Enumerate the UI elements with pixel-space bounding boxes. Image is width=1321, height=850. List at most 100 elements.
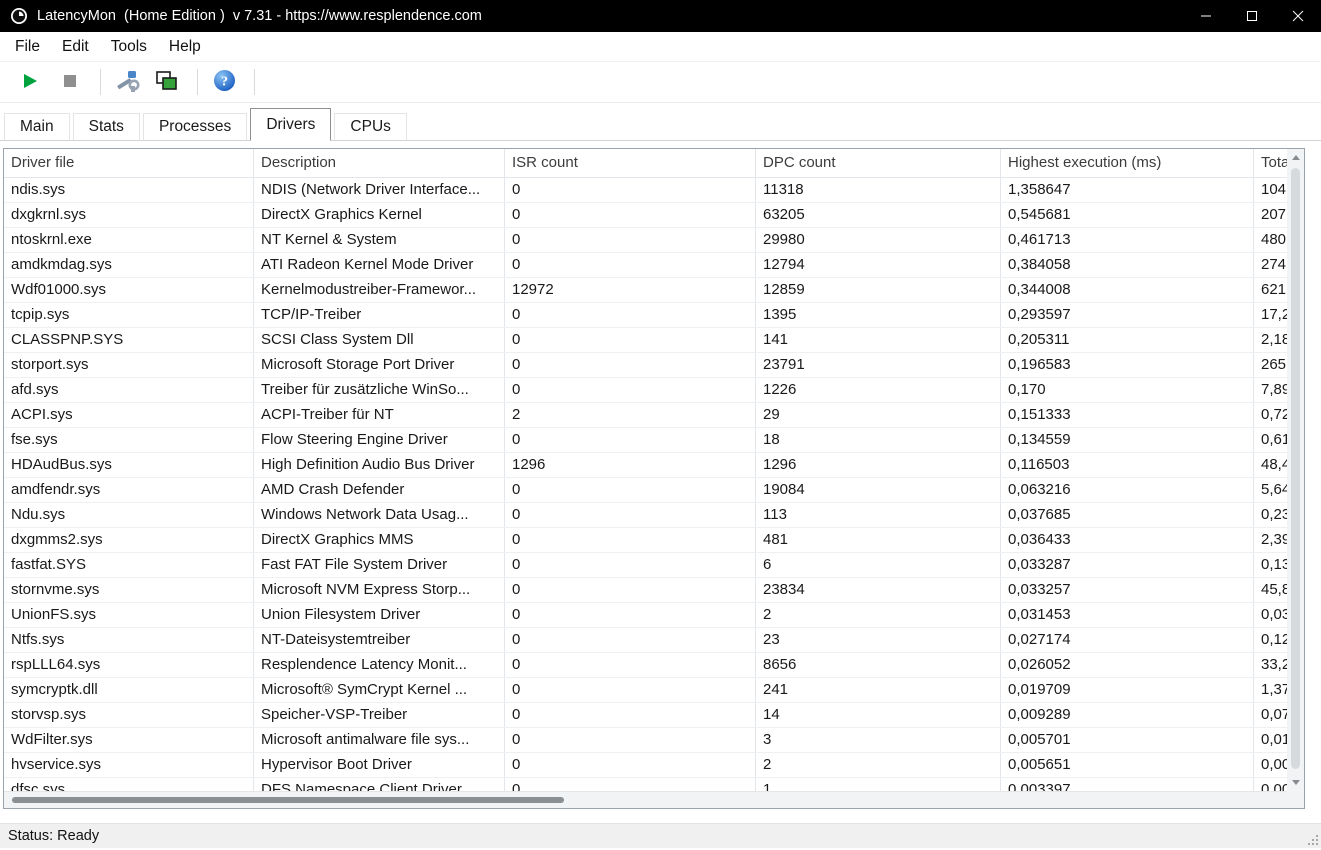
table-cell: 7,89: [1254, 378, 1287, 402]
table-row[interactable]: Wdf01000.sys Kernelmodustreiber-Framewor.…: [4, 278, 1287, 303]
table-cell: 63205: [756, 203, 1001, 227]
table-row[interactable]: dfsc.sys DFS Namespace Client Driver 0 1 0,0…: [4, 778, 1287, 791]
table-row[interactable]: rspLLL64.sys Resplendence Latency Monit..…: [4, 653, 1287, 678]
table-cell: storport.sys: [4, 353, 254, 377]
tab-processes[interactable]: Processes: [142, 113, 248, 141]
table-header: Driver file Description ISR count DPC count…: [4, 149, 1287, 178]
table-cell: rspLLL64.sys: [4, 653, 254, 677]
table-cell: 18: [756, 428, 1001, 452]
column-header[interactable]: Highest execution (ms): [1001, 149, 1254, 177]
table-cell: 0,026052: [1001, 653, 1254, 677]
menu-help[interactable]: Help: [158, 32, 212, 61]
table-cell: 0: [505, 353, 756, 377]
table-cell: 0,036433: [1001, 528, 1254, 552]
table-cell: 8656: [756, 653, 1001, 677]
table-cell: fastfat.SYS: [4, 553, 254, 577]
table-cell: 621,: [1254, 278, 1287, 302]
tab-cpus[interactable]: CPUs: [334, 113, 407, 141]
column-header[interactable]: DPC count: [756, 149, 1001, 177]
table-row[interactable]: amdkmdag.sys ATI Radeon Kernel Mode Drive…: [4, 253, 1287, 278]
table-cell: 29980: [756, 228, 1001, 252]
table-row[interactable]: Ndu.sys Windows Network Data Usag... 0 113 0…: [4, 503, 1287, 528]
table-row[interactable]: WdFilter.sys Microsoft antimalware file s…: [4, 728, 1287, 753]
table-cell: 2,39: [1254, 528, 1287, 552]
table-cell: 0,03: [1254, 603, 1287, 627]
table-cell: 0: [505, 178, 756, 202]
table-cell: 2: [756, 603, 1001, 627]
table-cell: 0: [505, 753, 756, 777]
table-cell: 23834: [756, 578, 1001, 602]
table-cell: 141: [756, 328, 1001, 352]
resize-grip[interactable]: [1305, 832, 1319, 846]
table-cell: 0,170: [1001, 378, 1254, 402]
table-cell: High Definition Audio Bus Driver: [254, 453, 505, 477]
table-body: ndis.sys NDIS (Network Driver Interface..…: [4, 178, 1287, 791]
tab-stats[interactable]: Stats: [72, 113, 140, 141]
table-row[interactable]: Ntfs.sys NT-Dateisystemtreiber 0 23 0,027174…: [4, 628, 1287, 653]
table-cell: 0,005701: [1001, 728, 1254, 752]
column-header[interactable]: Description: [254, 149, 505, 177]
vertical-scrollbar[interactable]: [1287, 149, 1304, 791]
column-header[interactable]: Driver file: [4, 149, 254, 177]
app-logo-icon: [10, 7, 28, 25]
table-row[interactable]: dxgmms2.sys DirectX Graphics MMS 0 481 0,036…: [4, 528, 1287, 553]
toolbar-separator: [197, 69, 198, 95]
copy-report-button[interactable]: [149, 66, 185, 98]
table-cell: dfsc.sys: [4, 778, 254, 791]
scroll-up-arrow-icon[interactable]: [1287, 149, 1304, 166]
column-header[interactable]: ISR count: [505, 149, 756, 177]
tools-button[interactable]: [109, 66, 145, 98]
menu-tools[interactable]: Tools: [100, 32, 158, 61]
table-cell: 2,18: [1254, 328, 1287, 352]
table-cell: 0: [505, 603, 756, 627]
table-row[interactable]: UnionFS.sys Union Filesystem Driver 0 2 0,03…: [4, 603, 1287, 628]
table-row[interactable]: stornvme.sys Microsoft NVM Express Storp.…: [4, 578, 1287, 603]
table-row[interactable]: ndis.sys NDIS (Network Driver Interface..…: [4, 178, 1287, 203]
table-cell: NT Kernel & System: [254, 228, 505, 252]
table-cell: 0,545681: [1001, 203, 1254, 227]
table-row[interactable]: dxgkrnl.sys DirectX Graphics Kernel 0 63205…: [4, 203, 1287, 228]
help-button[interactable]: ?: [206, 66, 242, 98]
tab-drivers[interactable]: Drivers: [250, 108, 332, 141]
table-row[interactable]: storvsp.sys Speicher-VSP-Treiber 0 14 0,0092…: [4, 703, 1287, 728]
table-cell: 12794: [756, 253, 1001, 277]
table-cell: Microsoft Storage Port Driver: [254, 353, 505, 377]
table-row[interactable]: afd.sys Treiber für zusätzliche WinSo... 0…: [4, 378, 1287, 403]
table-cell: 0: [505, 253, 756, 277]
horizontal-scroll-thumb[interactable]: [12, 797, 564, 803]
table-cell: 0: [505, 228, 756, 252]
table-row[interactable]: CLASSPNP.SYS SCSI Class System Dll 0 141 0,2…: [4, 328, 1287, 353]
table-cell: 113: [756, 503, 1001, 527]
table-cell: Wdf01000.sys: [4, 278, 254, 302]
horizontal-scrollbar[interactable]: [4, 791, 1287, 808]
table-row[interactable]: hvservice.sys Hypervisor Boot Driver 0 2 0,0…: [4, 753, 1287, 778]
table-row[interactable]: ntoskrnl.exe NT Kernel & System 0 29980 0,46…: [4, 228, 1287, 253]
start-button[interactable]: [12, 66, 48, 98]
maximize-button[interactable]: [1229, 0, 1275, 32]
table-row[interactable]: ACPI.sys ACPI-Treiber für NT 2 29 0,151333 0,…: [4, 403, 1287, 428]
table-cell: 481: [756, 528, 1001, 552]
column-header[interactable]: Total: [1254, 149, 1287, 177]
table-cell: DirectX Graphics Kernel: [254, 203, 505, 227]
table-row[interactable]: storport.sys Microsoft Storage Port Drive…: [4, 353, 1287, 378]
menu-edit[interactable]: Edit: [51, 32, 100, 61]
stop-button[interactable]: [52, 66, 88, 98]
table-row[interactable]: amdfendr.sys AMD Crash Defender 0 19084 0,06…: [4, 478, 1287, 503]
menu-file[interactable]: File: [4, 32, 51, 61]
table-cell: 0,61: [1254, 428, 1287, 452]
minimize-button[interactable]: [1183, 0, 1229, 32]
table-row[interactable]: tcpip.sysTCP/IP-Treiber013950,29359717,2: [4, 303, 1287, 328]
table-row[interactable]: fastfat.SYS Fast FAT File System Driver 0 6…: [4, 553, 1287, 578]
table-row[interactable]: symcryptk.dll Microsoft® SymCrypt Kernel …: [4, 678, 1287, 703]
tab-main[interactable]: Main: [4, 113, 70, 141]
table-cell: 480,: [1254, 228, 1287, 252]
table-cell: 0,063216: [1001, 478, 1254, 502]
toolbar: ?: [0, 62, 1321, 103]
close-button[interactable]: [1275, 0, 1321, 32]
table-row[interactable]: HDAudBus.sys High Definition Audio Bus Dr…: [4, 453, 1287, 478]
table-cell: 241: [756, 678, 1001, 702]
table-cell: amdkmdag.sys: [4, 253, 254, 277]
scroll-down-arrow-icon[interactable]: [1287, 774, 1304, 791]
table-row[interactable]: fse.sys Flow Steering Engine Driver 0 18 0,1…: [4, 428, 1287, 453]
vertical-scroll-thumb[interactable]: [1291, 168, 1300, 769]
